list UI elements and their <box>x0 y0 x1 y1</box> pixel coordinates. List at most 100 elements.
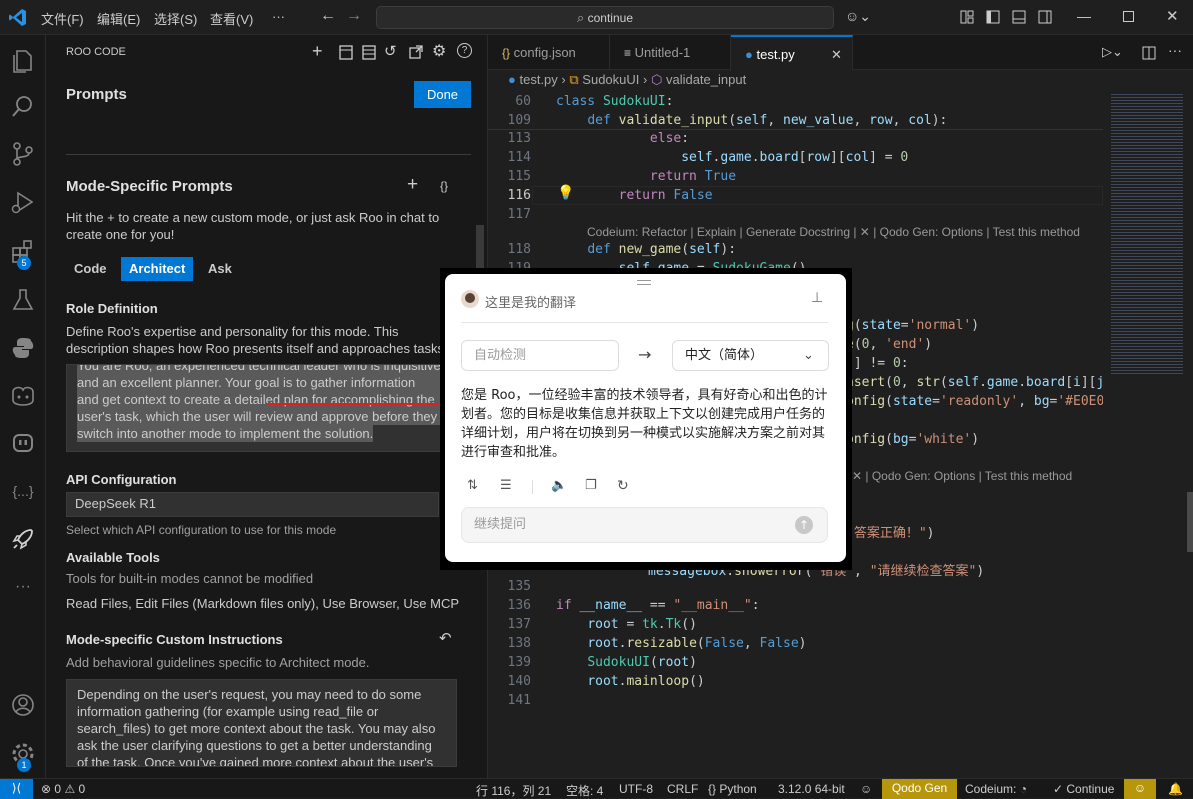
toggle-sidebar-icon[interactable] <box>986 10 1000 24</box>
error-icon: ⊗ <box>41 782 52 796</box>
json-icon[interactable]: {...} <box>9 477 37 505</box>
code-line: else: <box>649 131 690 146</box>
flask-icon[interactable] <box>9 286 37 314</box>
swap-icon[interactable]: ⇅ <box>467 478 485 496</box>
tab-architect[interactable]: Architect <box>121 257 194 281</box>
menu-view[interactable]: 查看(V) <box>210 9 253 28</box>
followup-input[interactable]: 继续提问 ↑ <box>461 507 828 543</box>
source-control-icon[interactable] <box>9 140 37 168</box>
continue-status[interactable]: ✓ Continue <box>1053 782 1114 796</box>
indentation[interactable]: 空格: 4 <box>566 782 603 799</box>
refresh-icon[interactable]: ↻ <box>617 478 635 496</box>
maximize-icon[interactable] <box>1123 11 1134 22</box>
available-tools-desc: Tools for built-in modes cannot be modif… <box>66 571 314 586</box>
edit-modes-json-icon[interactable]: {} <box>440 179 448 193</box>
custom-instructions-desc: Add behavioral guidelines specific to Ar… <box>66 655 370 670</box>
toggle-panel-icon[interactable] <box>1012 10 1026 24</box>
custom-instructions-textarea[interactable]: Depending on the user's request, you may… <box>66 679 457 767</box>
remote-indicator[interactable]: ⟩⟨ <box>0 779 33 799</box>
qodo-gen-status[interactable]: Qodo Gen <box>882 779 957 799</box>
end-of-line[interactable]: CRLF <box>667 782 698 796</box>
menu-more[interactable]: ··· <box>272 9 285 24</box>
problems-indicator[interactable]: ⊗ 0 ⚠ 0 <box>41 782 85 796</box>
menu-file[interactable]: 文件(F) <box>41 9 84 28</box>
list-icon[interactable]: ☰ <box>500 478 518 496</box>
python-interpreter[interactable]: 3.12.0 64-bit <box>778 782 845 796</box>
breadcrumb-method[interactable]: validate_input <box>666 72 746 87</box>
rocket-icon[interactable] <box>9 525 37 553</box>
account-icon[interactable] <box>9 691 37 719</box>
tab-code[interactable]: Code <box>66 257 115 281</box>
chevron-right-icon: › <box>561 72 566 87</box>
plus-icon[interactable]: + <box>312 41 323 62</box>
red-arrow-annotation <box>267 397 464 411</box>
files-icon[interactable] <box>9 46 37 74</box>
run-python-icon[interactable]: ▷⌄ <box>1102 44 1123 60</box>
close-window-icon[interactable]: ✕ <box>1166 7 1179 25</box>
line-number: 115 <box>507 169 531 184</box>
python-icon[interactable] <box>9 334 37 362</box>
prompts-icon[interactable] <box>339 45 353 60</box>
tab-config-json[interactable]: {} config.json <box>488 35 610 70</box>
cursor-position[interactable]: 行 116，列 21 <box>476 782 551 799</box>
menu-selection[interactable]: 选择(S) <box>154 9 197 28</box>
copilot-badge-icon[interactable]: ☺ <box>1124 779 1156 799</box>
help-icon[interactable]: ? <box>457 43 472 58</box>
codeium-label: Codeium: <box>965 782 1017 796</box>
codeium-status[interactable]: Codeium: ◔ <box>965 782 1027 796</box>
layout-customize-icon[interactable] <box>960 10 974 24</box>
copilot-status-icon[interactable]: ☺ <box>860 782 872 796</box>
divider <box>66 154 471 155</box>
available-tools-list: Read Files, Edit Files (Markdown files o… <box>66 596 460 611</box>
copilot-icon[interactable] <box>9 382 37 410</box>
code-lens[interactable]: ✕ | Qodo Gen: Options | Test this method <box>852 469 1072 483</box>
more-actions-icon[interactable]: ··· <box>1168 42 1182 58</box>
tab-ask[interactable]: Ask <box>200 257 240 281</box>
tab-test-py[interactable]: ● test.py ✕ <box>731 35 853 70</box>
api-config-select[interactable]: DeepSeek R1 <box>66 492 439 517</box>
target-language-select[interactable]: 中文（简体） ⌄ <box>672 340 829 371</box>
add-mode-plus-icon[interactable]: + <box>407 174 418 196</box>
api-config-title: API Configuration <box>66 472 177 487</box>
back-arrow-icon[interactable]: ← <box>320 7 336 25</box>
settings-icon[interactable]: 1 <box>9 740 37 772</box>
drag-handle-icon[interactable] <box>637 280 651 285</box>
forward-arrow-icon[interactable]: → <box>346 7 362 25</box>
gear-icon[interactable]: ⚙ <box>432 41 446 61</box>
editor-scrollbar[interactable] <box>1187 492 1193 552</box>
notifications-bell-icon[interactable]: 🔔 <box>1168 782 1183 796</box>
minimap[interactable] <box>1103 92 1193 778</box>
code-lens[interactable]: Codeium: Refactor | Explain | Generate D… <box>587 225 1080 239</box>
reset-icon[interactable]: ↶ <box>439 629 452 647</box>
line-number: 116 <box>507 188 531 203</box>
robot-icon[interactable] <box>9 428 37 456</box>
mcp-servers-icon[interactable] <box>362 45 376 60</box>
chevron-right-icon: › <box>643 72 648 87</box>
breadcrumb-class[interactable]: SudokuUI <box>582 72 639 87</box>
source-language-select[interactable]: 自动检测 <box>461 340 619 371</box>
copilot-icon[interactable]: ☺⌄ <box>845 8 871 25</box>
copy-icon[interactable]: ❐ <box>585 478 603 496</box>
search-icon[interactable] <box>9 92 37 120</box>
speaker-icon[interactable]: 🔈 <box>551 478 569 496</box>
open-in-editor-icon[interactable] <box>409 45 423 59</box>
send-arrow-icon[interactable]: ↑ <box>795 516 813 534</box>
class-icon: ⧉ <box>569 72 579 87</box>
run-debug-icon[interactable] <box>9 188 37 216</box>
menu-edit[interactable]: 编辑(E) <box>97 9 140 28</box>
close-tab-icon[interactable]: ✕ <box>831 37 842 72</box>
pin-icon[interactable]: ⊥ <box>811 290 823 306</box>
language-mode[interactable]: {} Python <box>708 782 757 796</box>
done-button[interactable]: Done <box>414 81 471 108</box>
split-editor-icon[interactable] <box>1142 46 1156 60</box>
more-icon[interactable]: ··· <box>9 573 37 601</box>
encoding[interactable]: UTF-8 <box>619 782 653 796</box>
minimize-icon[interactable]: — <box>1077 8 1091 24</box>
breadcrumb-file[interactable]: test.py <box>519 72 557 87</box>
history-icon[interactable]: ↺ <box>384 42 397 60</box>
tab-untitled-1[interactable]: ≡ Untitled-1 <box>610 35 731 70</box>
command-center-search[interactable]: ⌕ continue <box>376 6 834 29</box>
extensions-icon[interactable]: 5 <box>9 238 37 270</box>
codeium-icon: ◔ <box>1019 782 1027 796</box>
toggle-secondary-sidebar-icon[interactable] <box>1038 10 1052 24</box>
